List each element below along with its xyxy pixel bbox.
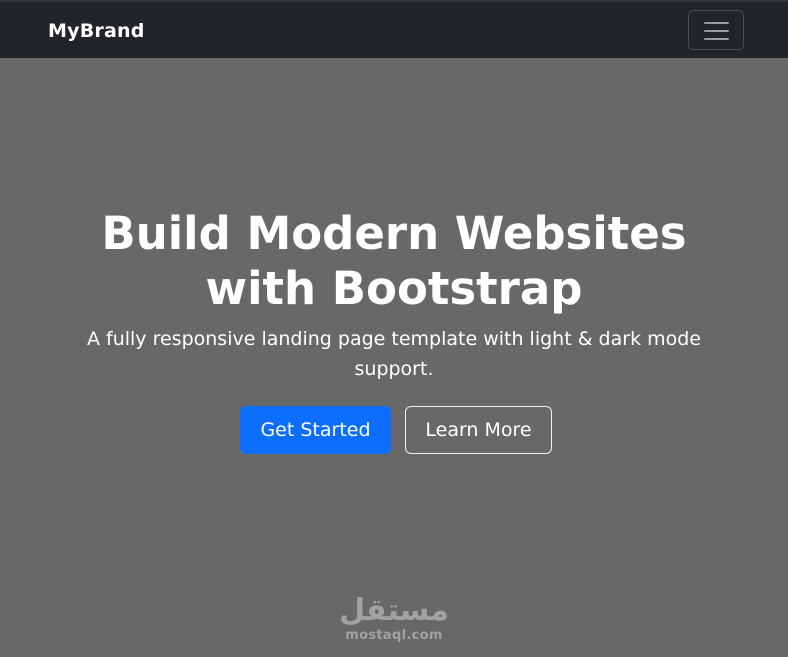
hero-title: Build Modern Websites with Bootstrap <box>101 207 687 315</box>
navbar: MyBrand <box>0 0 788 58</box>
watermark-latin-text: mostaql.com <box>345 628 443 643</box>
hero-section: Build Modern Websites with Bootstrap A f… <box>0 58 788 657</box>
navbar-toggler-button[interactable] <box>688 10 744 50</box>
watermark-arabic-text: مستقل <box>339 593 449 628</box>
watermark-logo: مستقل mostaql.com <box>334 594 454 644</box>
get-started-button[interactable]: Get Started <box>240 406 391 454</box>
learn-more-button[interactable]: Learn More <box>405 406 552 454</box>
hero-subtitle: A fully responsive landing page template… <box>86 328 701 380</box>
brand-link[interactable]: MyBrand <box>48 20 145 42</box>
